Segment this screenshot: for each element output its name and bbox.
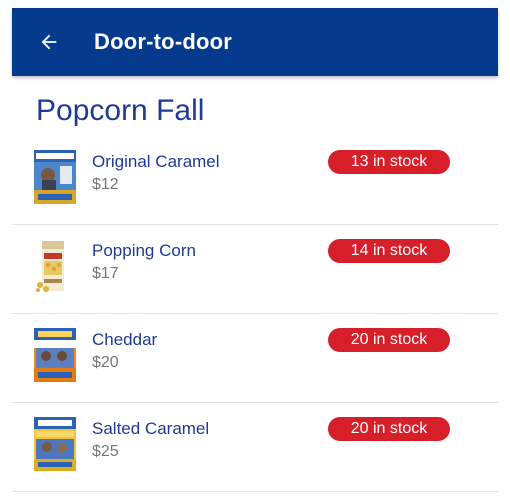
product-price: $25 <box>92 443 119 460</box>
popping-corn-bag-image <box>34 239 76 293</box>
stock-badge: 20 in stock <box>328 328 450 352</box>
product-list: Original Caramel $12 13 in stock Popping… <box>12 136 498 492</box>
original-caramel-package-image <box>34 150 76 204</box>
product-name: Original Caramel <box>92 152 220 171</box>
stock-badge: 14 in stock <box>328 239 450 263</box>
product-row-salted-caramel[interactable]: Salted Caramel $25 20 in stock <box>12 403 498 492</box>
section-title: Popcorn Fall <box>36 94 205 127</box>
product-row-cheddar[interactable]: Cheddar $20 20 in stock <box>12 314 498 403</box>
product-row-popping-corn[interactable]: Popping Corn $17 14 in stock <box>12 225 498 314</box>
back-button[interactable] <box>34 27 64 57</box>
product-price: $12 <box>92 176 119 193</box>
arrow-left-icon <box>41 34 57 50</box>
product-row-original-caramel[interactable]: Original Caramel $12 13 in stock <box>12 136 498 225</box>
app-bar: Door-to-door <box>12 8 498 76</box>
stock-badge: 20 in stock <box>328 417 450 441</box>
page-title: Door-to-door <box>94 29 233 54</box>
product-price: $20 <box>92 354 119 371</box>
stock-badge: 13 in stock <box>328 150 450 174</box>
product-price: $17 <box>92 265 119 282</box>
product-name: Salted Caramel <box>92 419 210 438</box>
product-name: Cheddar <box>92 330 158 349</box>
salted-caramel-package-image <box>34 417 76 471</box>
product-name: Popping Corn <box>92 241 196 260</box>
cheddar-package-image <box>34 328 76 382</box>
